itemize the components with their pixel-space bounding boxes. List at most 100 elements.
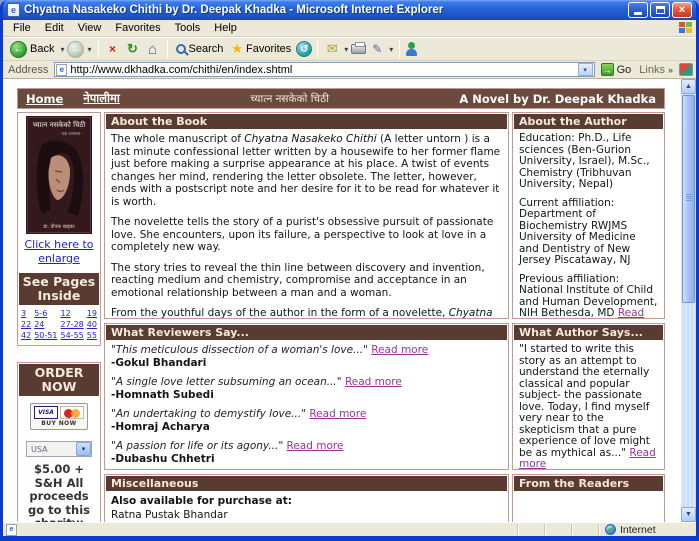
window-title: Chyatna Nasakeko Chithi by Dr. Deepak Kh… — [24, 4, 624, 16]
page-link[interactable]: 40 — [87, 320, 97, 329]
review-read-more-link[interactable]: Read more — [371, 344, 428, 356]
review-quote: "A passion for life or its agony..." — [111, 440, 287, 452]
addon-icon[interactable] — [679, 63, 693, 76]
book-cover-image[interactable]: च्यात्न नसकेको चिठी - एक उपन्यास - डा. द… — [18, 113, 100, 235]
forward-history-caret[interactable]: ▾ — [86, 45, 92, 54]
about-author-paragraph: Education: Ph.D., Life sciences (Ben-Gur… — [519, 133, 658, 191]
enlarge-cover-link[interactable]: Click here to enlarge — [18, 235, 100, 272]
home-link[interactable]: Home — [26, 92, 63, 106]
review-read-more-link[interactable]: Read more — [287, 440, 344, 452]
from-readers-section: From the Readers — [512, 474, 665, 522]
menu-bar: File Edit View Favorites Tools Help — [3, 20, 696, 37]
title-bar: e Chyatna Nasakeko Chithi by Dr. Deepak … — [3, 0, 696, 20]
about-author-section: About the Author Education: Ph.D., Life … — [512, 112, 665, 319]
page-link[interactable]: 42 — [21, 331, 31, 340]
address-label: Address — [6, 64, 50, 76]
done-page-icon: e — [6, 524, 17, 536]
menu-help[interactable]: Help — [207, 21, 244, 35]
page-link[interactable]: 19 — [87, 309, 97, 318]
address-input[interactable]: e http://www.dkhadka.com/chithi/en/index… — [54, 62, 594, 77]
about-author-header: About the Author — [514, 114, 663, 129]
cover-and-pages-panel: च्यात्न नसकेको चिठी - एक उपन्यास - डा. द… — [17, 112, 101, 346]
scroll-down-button[interactable]: ▼ — [681, 507, 696, 522]
review-read-more-link[interactable]: Read more — [345, 376, 402, 388]
page-link[interactable]: 24 — [34, 320, 57, 329]
edit-caret[interactable]: ▾ — [388, 45, 394, 54]
page-link[interactable]: 55 — [87, 331, 97, 340]
stop-button[interactable]: × — [104, 40, 122, 58]
review-read-more-link[interactable]: Read more — [309, 408, 366, 420]
search-label: Search — [189, 43, 224, 55]
page-link[interactable]: 50-51 — [34, 331, 57, 340]
home-button[interactable]: ⌂ — [144, 40, 162, 58]
toolbar-separator — [167, 40, 168, 58]
favorites-button[interactable]: ★ Favorites — [228, 39, 294, 59]
go-button[interactable]: → Go — [599, 63, 634, 76]
favorites-label: Favorites — [246, 43, 291, 55]
go-icon: → — [601, 63, 614, 76]
from-readers-header: From the Readers — [514, 476, 663, 491]
scrollbar-track[interactable] — [681, 94, 696, 507]
author-says-header: What Author Says... — [514, 325, 663, 340]
windows-logo-icon — [679, 22, 693, 35]
page-link[interactable]: 27-28 — [61, 320, 84, 329]
search-button[interactable]: Search — [173, 39, 227, 59]
page-link[interactable]: 22 — [21, 320, 31, 329]
back-button[interactable]: ← Back — [7, 39, 57, 59]
close-button[interactable]: × — [672, 2, 692, 18]
author-quote: "I started to write this story as an att… — [519, 343, 650, 459]
review-quote: "This meticulous dissection of a woman's… — [111, 344, 371, 356]
search-icon — [176, 44, 186, 54]
edit-button[interactable]: ✎ — [368, 40, 386, 58]
page-link[interactable]: 3 — [21, 309, 31, 318]
cover-subtitle-nepali: - एक उपन्यास - — [59, 131, 83, 136]
print-button[interactable] — [351, 44, 366, 54]
site-title-nepali: च्यात्न नसकेको चिठी — [140, 92, 440, 106]
mail-button[interactable]: ✉ — [323, 40, 341, 58]
minimize-button[interactable] — [628, 2, 648, 18]
about-book-paragraph: The story tries to reveal the thin line … — [111, 262, 502, 300]
forward-button[interactable]: → — [67, 41, 84, 58]
page-link[interactable]: 5-6 — [34, 309, 57, 318]
menu-file[interactable]: File — [6, 21, 38, 35]
history-button[interactable]: ↺ — [296, 41, 312, 57]
vertical-scrollbar[interactable]: ▲ ▼ — [681, 79, 696, 522]
maximize-button[interactable] — [650, 2, 670, 18]
page-link[interactable]: 12 — [61, 309, 84, 318]
internet-zone-icon — [605, 524, 616, 535]
menu-view[interactable]: View — [71, 21, 109, 35]
about-author-paragraph: Current affiliation: Department of Bioch… — [519, 198, 658, 267]
mail-caret[interactable]: ▾ — [343, 45, 349, 54]
cover-author-nepali: डा. दीपक खड्का — [42, 223, 75, 230]
country-select[interactable]: USA ▾ — [26, 441, 92, 457]
links-label: Links — [639, 64, 665, 76]
address-url[interactable]: http://www.dkhadka.com/chithi/en/index.s… — [70, 64, 574, 76]
menu-favorites[interactable]: Favorites — [108, 21, 167, 35]
menu-edit[interactable]: Edit — [38, 21, 71, 35]
menu-tools[interactable]: Tools — [168, 21, 208, 35]
misc-lead: Also available for purchase at: — [111, 495, 502, 508]
scrollbar-thumb[interactable] — [682, 95, 695, 303]
refresh-button[interactable]: ↻ — [124, 40, 142, 58]
select-dropdown-icon[interactable]: ▾ — [76, 442, 91, 456]
about-book-paragraph: From the youthful days of the author in … — [111, 307, 502, 319]
scroll-up-button[interactable]: ▲ — [681, 79, 696, 94]
security-zone-pane: Internet — [598, 524, 693, 535]
go-label: Go — [617, 64, 632, 76]
back-history-caret[interactable]: ▾ — [59, 45, 65, 54]
nepali-version-link[interactable]: नेपालीमा — [83, 91, 120, 106]
see-pages-inside-header: See Pages Inside — [19, 273, 99, 305]
about-book-section: About the Book The whole manuscript of C… — [104, 112, 509, 319]
address-dropdown-button[interactable]: ▾ — [578, 63, 593, 76]
review-author: -Homnath Subedi — [111, 389, 502, 402]
status-message-pane — [20, 524, 514, 535]
zone-label: Internet — [620, 524, 656, 536]
page-links-grid: 3 5-6 12 19 22 24 27-28 40 42 50-51 54-5 — [18, 306, 100, 345]
buy-now-button[interactable]: VISA BUY NOW — [30, 403, 88, 430]
links-menu[interactable]: Links » — [637, 64, 675, 76]
messenger-button[interactable] — [405, 42, 418, 57]
ie-page-icon: e — [7, 3, 20, 17]
page-link[interactable]: 54-55 — [61, 331, 84, 340]
buy-now-label: BUY NOW — [41, 420, 76, 427]
chevron-icon: » — [668, 65, 673, 75]
